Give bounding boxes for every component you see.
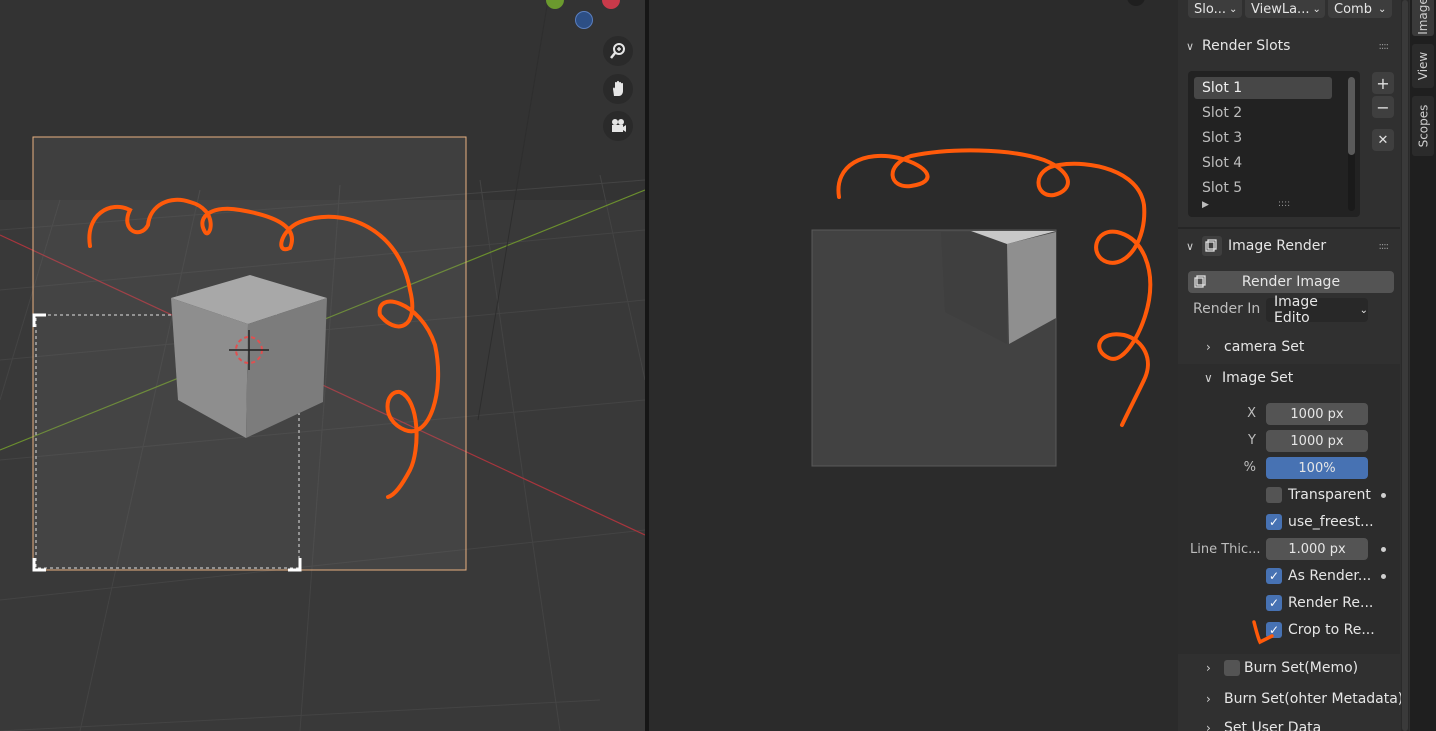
resolution-x-field[interactable]: 1000 px	[1266, 403, 1368, 425]
hand-icon[interactable]	[603, 74, 633, 104]
chevron-down-icon: ∨	[1204, 371, 1213, 385]
chevron-down-icon: ∨	[1185, 239, 1195, 253]
add-slot-button[interactable]: +	[1372, 72, 1394, 94]
chevron-down-icon: ∨	[1185, 39, 1195, 53]
slot-list-scrollbar[interactable]	[1348, 77, 1355, 211]
use-freestyle-checkbox[interactable]: ✓ use_freest...	[1266, 512, 1374, 532]
list-item[interactable]: Slot 1	[1194, 77, 1332, 99]
line-thickness-label: Line Thic...	[1190, 542, 1261, 557]
sidebar-scrollbar-thumb[interactable]	[1402, 0, 1408, 731]
clear-slot-button[interactable]: ✕	[1372, 129, 1394, 151]
percent-label: %	[1243, 460, 1256, 475]
animate-property-dot[interactable]	[1381, 493, 1386, 498]
render-in-select-value: Image Edito	[1274, 294, 1318, 326]
image-set-label: Image Set	[1222, 370, 1294, 386]
burn-set-other-subpanel[interactable]: › Burn Set(ohter Metadata)	[1206, 688, 1403, 710]
x-label: X	[1247, 406, 1256, 421]
viewport-scene	[0, 0, 645, 731]
render-region-checkbox[interactable]: ✓ Render Re...	[1266, 593, 1373, 613]
render-in-select[interactable]: Image Edito ⌄	[1266, 294, 1368, 326]
animate-property-dot[interactable]	[1381, 574, 1386, 579]
chevron-down-icon: ⌄	[1377, 3, 1387, 15]
tab-view[interactable]: View	[1412, 44, 1434, 88]
render-slots-header[interactable]: ∨ Render Slots ::::	[1178, 32, 1400, 60]
slot-select-label: Slo...	[1194, 1, 1226, 17]
image-editor[interactable]	[649, 0, 1178, 731]
crop-to-region-label: Crop to Re...	[1288, 622, 1375, 638]
render-icon	[1194, 275, 1212, 289]
as-render-checkbox[interactable]: ✓ As Render...	[1266, 566, 1371, 586]
burn-set-memo-label: Burn Set(Memo)	[1244, 660, 1359, 676]
animate-property-dot[interactable]	[1381, 547, 1386, 552]
line-thickness-field[interactable]: 1.000 px	[1266, 538, 1368, 560]
expand-list-icon[interactable]: ▶	[1202, 200, 1209, 210]
list-item[interactable]: Slot 5	[1194, 177, 1332, 199]
set-user-data-subpanel[interactable]: › Set User Data	[1206, 717, 1321, 731]
chevron-right-icon: ›	[1206, 661, 1211, 675]
checkmark-icon: ✓	[1266, 514, 1282, 530]
render-image-button[interactable]: Render Image	[1188, 271, 1394, 293]
view-layer-select-label: ViewLa...	[1251, 1, 1310, 17]
chevron-right-icon: ›	[1206, 721, 1211, 731]
image-render-header[interactable]: ∨ Image Render ::::	[1178, 232, 1400, 260]
image-render-title: Image Render	[1228, 238, 1327, 254]
resolution-y-field[interactable]: 1000 px	[1266, 430, 1368, 452]
chevron-down-icon: ⌄	[1312, 3, 1321, 15]
list-resize-grip-icon[interactable]: ::::	[1278, 199, 1290, 209]
remove-slot-button[interactable]: −	[1372, 96, 1394, 118]
pass-select-label: Comb	[1334, 1, 1372, 17]
camera-set-subpanel[interactable]: › camera Set	[1206, 336, 1304, 358]
resolution-percent-field[interactable]: 100%	[1266, 457, 1368, 479]
image-set-subpanel[interactable]: ∨ Image Set	[1204, 367, 1293, 389]
zoom-icon[interactable]	[603, 36, 633, 66]
drag-grip-icon[interactable]: ::::	[1379, 241, 1390, 252]
tab-image-label: Image	[1416, 0, 1430, 35]
tab-view-label: View	[1416, 51, 1431, 81]
list-item[interactable]: Slot 4	[1194, 152, 1332, 174]
list-item[interactable]: Slot 2	[1194, 102, 1332, 124]
render-slots-title: Render Slots	[1202, 38, 1291, 54]
image-sidebar[interactable]: Slo... ⌄ ViewLa... ⌄ Comb ⌄ ∨ Render Slo…	[1178, 0, 1410, 731]
camera-set-label: camera Set	[1224, 339, 1305, 355]
camera-icon[interactable]	[603, 111, 633, 141]
set-user-data-label: Set User Data	[1224, 720, 1322, 731]
transparent-checkbox[interactable]: Transparent	[1266, 485, 1371, 505]
3d-viewport[interactable]	[0, 0, 645, 731]
y-label: Y	[1248, 433, 1256, 448]
transparent-label: Transparent	[1288, 487, 1371, 503]
burn-set-other-label: Burn Set(ohter Metadata)	[1224, 691, 1404, 707]
tab-image[interactable]: Image	[1412, 0, 1434, 36]
view-layer-select[interactable]: ViewLa... ⌄	[1245, 0, 1325, 18]
tab-scopes-label: Scopes	[1416, 104, 1430, 148]
slot-select[interactable]: Slo... ⌄	[1188, 0, 1242, 18]
checkbox-off-icon	[1266, 487, 1282, 503]
pass-select[interactable]: Comb ⌄	[1328, 0, 1392, 18]
chevron-right-icon: ›	[1206, 692, 1211, 706]
checkmark-annotation	[1252, 620, 1274, 645]
list-item[interactable]: Slot 3	[1194, 127, 1332, 149]
tab-scopes[interactable]: Scopes	[1412, 96, 1434, 156]
as-render-label: As Render...	[1288, 568, 1372, 584]
use-freestyle-label: use_freest...	[1288, 514, 1374, 530]
render-result	[811, 148, 1153, 467]
sidebar-tabs: Image View Scopes	[1410, 0, 1436, 731]
burn-set-memo-subpanel[interactable]: › Burn Set(Memo)	[1206, 657, 1358, 679]
checkbox-off-icon[interactable]	[1224, 660, 1240, 676]
checkmark-icon: ✓	[1266, 595, 1282, 611]
render-in-label: Render In	[1193, 301, 1261, 317]
drag-grip-icon[interactable]: ::::	[1379, 41, 1390, 52]
sidebar-scrollbar[interactable]	[1401, 0, 1409, 731]
render-image-button-label: Render Image	[1241, 274, 1341, 290]
render-icon	[1202, 236, 1222, 256]
render-slots-list[interactable]: Slot 1 Slot 2 Slot 3 Slot 4 Slot 5 ▶ :::…	[1188, 71, 1360, 217]
chevron-down-icon: ⌄	[1359, 304, 1368, 316]
gizmo-z-dot[interactable]	[575, 11, 593, 29]
panel-separator	[1178, 227, 1400, 229]
render-region-label: Render Re...	[1288, 595, 1374, 611]
chevron-right-icon: ›	[1206, 340, 1211, 354]
checkmark-icon: ✓	[1266, 568, 1282, 584]
chevron-down-icon: ⌄	[1229, 3, 1238, 15]
